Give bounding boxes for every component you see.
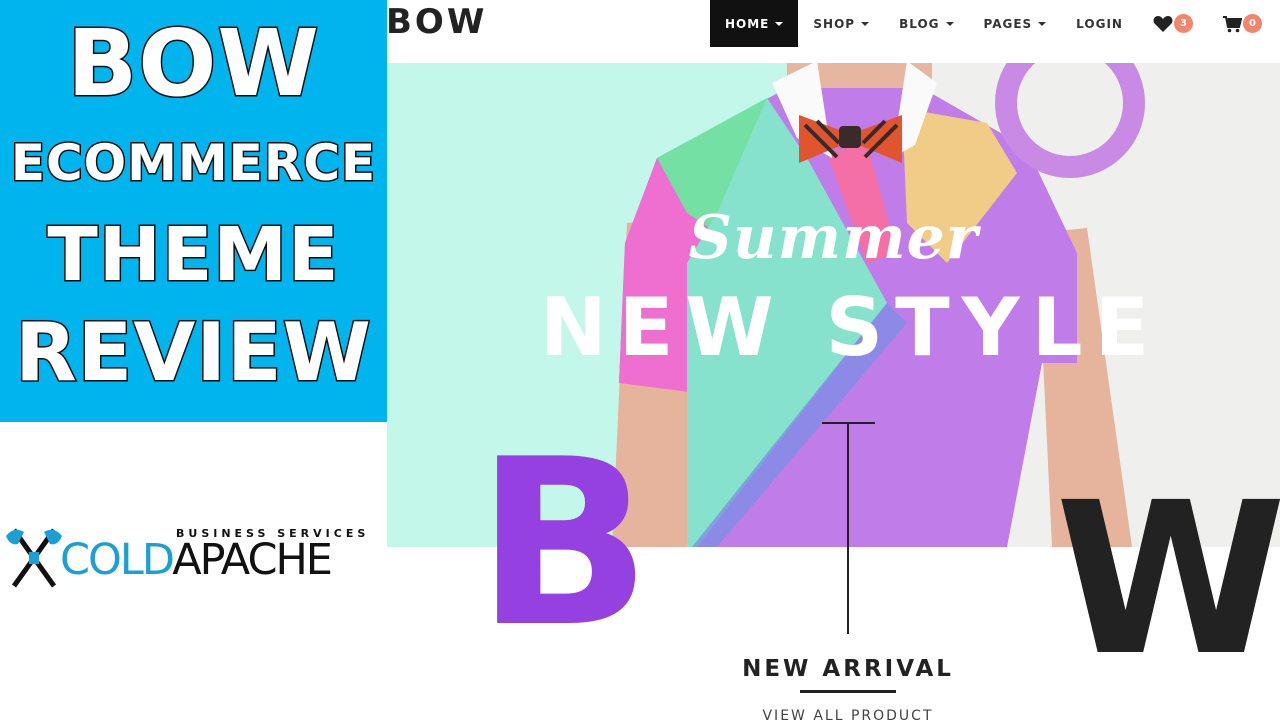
decor-line	[847, 422, 849, 634]
decor-letter-w: W	[1055, 457, 1280, 702]
crossed-axes-icon	[6, 528, 62, 588]
cart-icon	[1222, 15, 1242, 32]
nav-pages-label: PAGES	[983, 16, 1033, 31]
chevron-down-icon	[1038, 21, 1047, 26]
nav-item-blog[interactable]: BLOG	[884, 0, 968, 47]
section-title-underline	[800, 690, 896, 693]
logo-word-apache: APACHE	[172, 535, 333, 585]
nav-item-home[interactable]: HOME	[710, 0, 799, 47]
chevron-down-icon	[945, 21, 954, 26]
decor-letter-b: B	[476, 411, 652, 678]
wishlist-button[interactable]: 3	[1138, 0, 1208, 47]
thumbnail-line: THEME	[46, 211, 340, 300]
nav-item-shop[interactable]: SHOP	[798, 0, 884, 47]
coldapache-logo: BUSINESS SERVICES COLDAPACHE	[4, 522, 384, 592]
nav-item-login[interactable]: LOGIN	[1061, 0, 1138, 47]
nav-item-pages[interactable]: PAGES	[969, 0, 1062, 47]
site-logo[interactable]: BOW	[386, 2, 487, 42]
wishlist-count-badge: 3	[1173, 14, 1193, 33]
cart-count-badge: 0	[1242, 14, 1262, 33]
nav-shop-label: SHOP	[813, 16, 856, 31]
hero-headline: NEW STYLE	[539, 281, 1162, 374]
logo-word-cold: COLD	[60, 535, 174, 585]
logo-wordmark: COLDAPACHE	[60, 535, 333, 585]
chevron-down-icon	[775, 21, 784, 26]
nav-blog-label: BLOG	[899, 16, 940, 31]
cart-button[interactable]: 0	[1208, 0, 1277, 47]
thumbnail-line: BOW	[66, 9, 321, 119]
nav-home-label: HOME	[725, 16, 770, 31]
nav-login-label: LOGIN	[1076, 16, 1123, 31]
main-nav: HOME SHOP BLOG PAGES LOGIN 3 0	[710, 0, 1277, 47]
chevron-down-icon	[861, 21, 870, 26]
hero-script-text: Summer	[688, 203, 979, 273]
heart-icon	[1153, 15, 1173, 32]
page: BOW HOME SHOP BLOG PAGES LOGIN 3 0 Summe…	[0, 0, 1280, 720]
section-title: NEW ARRIVAL	[742, 656, 954, 682]
view-all-products-link[interactable]: VIEW ALL PRODUCT	[700, 708, 996, 720]
thumbnail-line: ECOMMERCE	[9, 133, 377, 194]
thumbnail-line: REVIEW	[14, 305, 373, 401]
thumbnail-title-panel: BOW ECOMMERCE THEME REVIEW	[0, 0, 387, 422]
